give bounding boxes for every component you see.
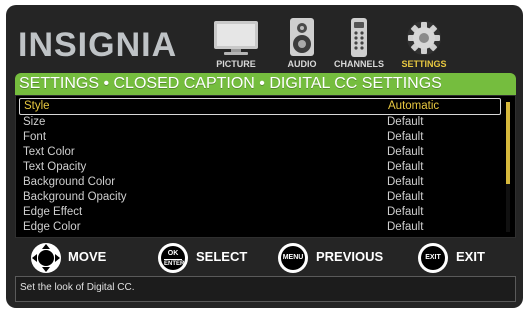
breadcrumb: SETTINGS • CLOSED CAPTION • DIGITAL CC S… (15, 73, 516, 95)
settings-row-edge-effect[interactable]: Edge Effect Default (19, 205, 501, 220)
select-label: SELECT (196, 249, 248, 264)
menu-text: MENU (281, 246, 305, 270)
setting-value: Default (387, 176, 424, 188)
menu-button-icon: MENU (278, 243, 308, 273)
exit-btn-text: EXIT (421, 246, 445, 270)
setting-value: Default (387, 146, 424, 158)
enter-text: ENTER (164, 259, 185, 267)
settings-row-background-opacity[interactable]: Background Opacity Default (19, 190, 501, 205)
nav-label-audio: AUDIO (287, 59, 317, 69)
remote-icon (351, 18, 367, 57)
control-legend: MOVE OK ENTER SELECT MENU PREVIOUS EXIT … (6, 239, 523, 275)
settings-row-font[interactable]: Font Default (19, 130, 501, 145)
setting-name: Font (23, 131, 47, 143)
settings-row-text-opacity[interactable]: Text Opacity Default (19, 160, 501, 175)
settings-row-size[interactable]: Size Default (19, 115, 501, 130)
exit-button-icon: EXIT (418, 243, 448, 273)
settings-row-text-color[interactable]: Text Color Default (19, 145, 501, 160)
setting-value: Default (387, 191, 424, 203)
insignia-logo: INSIGNIA (18, 26, 178, 64)
ok-enter-button-icon: OK ENTER (158, 243, 188, 273)
setting-name: Background Color (23, 176, 116, 188)
setting-name: Edge Effect (23, 206, 83, 218)
setting-value: Automatic (388, 100, 440, 112)
speaker-icon (290, 18, 314, 56)
dpad-icon (31, 243, 61, 273)
nav-label-settings: SETTINGS (401, 59, 447, 69)
setting-name: Text Opacity (23, 161, 87, 173)
exit-label: EXIT (456, 249, 485, 264)
previous-label: PREVIOUS (316, 249, 384, 264)
setting-name: Text Color (23, 146, 75, 158)
tv-menu-screen: INSIGNIA PICTURE AUDIO CHANNELS SETTINGS… (6, 5, 523, 308)
nav-label-channels: CHANNELS (333, 59, 385, 69)
setting-value: Default (387, 221, 424, 233)
setting-name: Style (24, 100, 50, 112)
settings-row-style[interactable]: Style Automatic (19, 98, 501, 115)
tv-icon (214, 21, 258, 55)
settings-row-edge-color[interactable]: Edge Color Default (19, 220, 501, 235)
move-label: MOVE (68, 249, 107, 264)
scrollbar-thumb[interactable] (506, 102, 510, 184)
setting-name: Size (23, 116, 46, 128)
gear-icon (407, 21, 441, 55)
setting-name: Background Opacity (23, 191, 127, 203)
setting-value: Default (387, 206, 424, 218)
main-nav: PICTURE AUDIO CHANNELS SETTINGS (211, 15, 516, 73)
setting-value: Default (387, 131, 424, 143)
help-text: Set the look of Digital CC. (15, 276, 516, 302)
settings-row-background-color[interactable]: Background Color Default (19, 175, 501, 190)
nav-label-picture: PICTURE (216, 59, 256, 69)
setting-value: Default (387, 116, 424, 128)
setting-value: Default (387, 161, 424, 173)
settings-list: Style Automatic Size Default Font Defaul… (15, 95, 516, 238)
setting-name: Edge Color (23, 221, 81, 233)
ok-text: OK (167, 250, 179, 257)
